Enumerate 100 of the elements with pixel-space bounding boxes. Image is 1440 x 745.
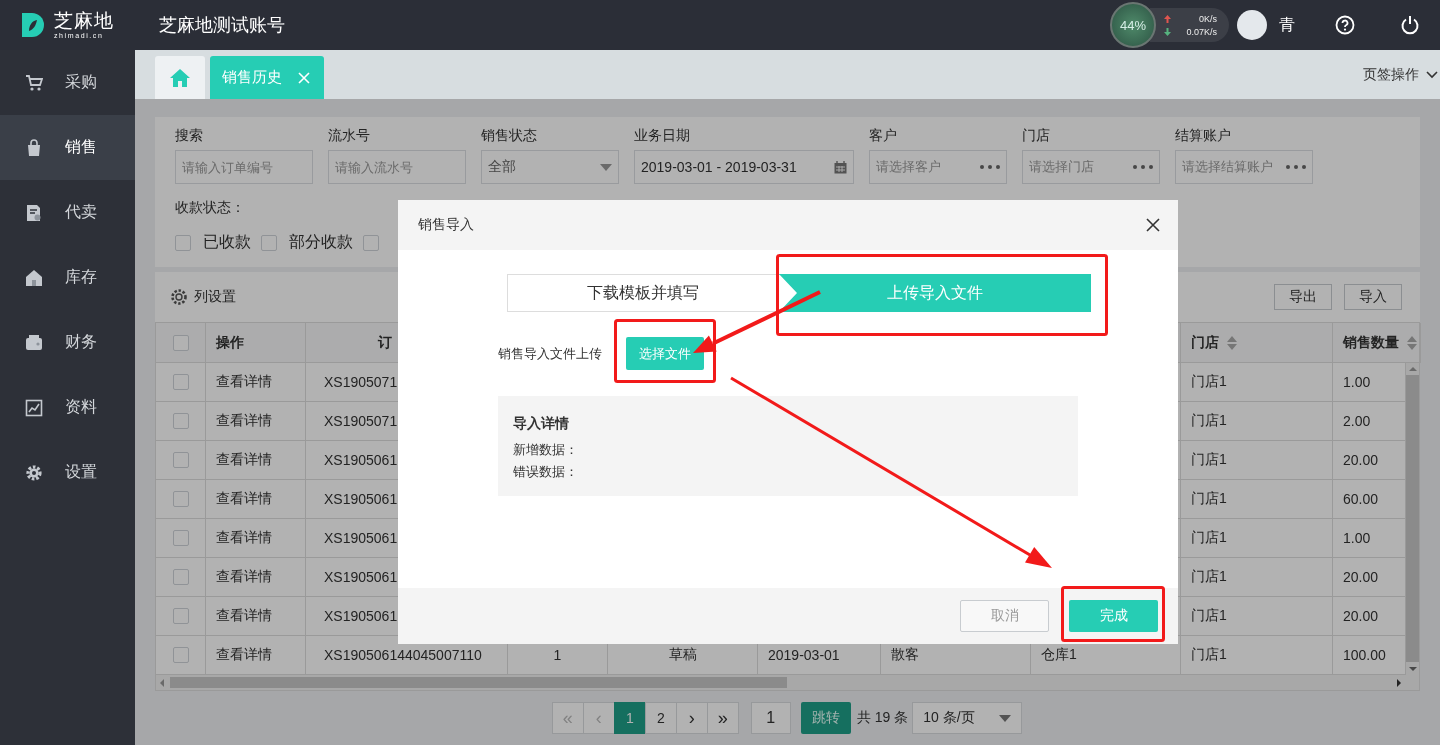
house-icon (170, 68, 190, 87)
checkbox[interactable] (172, 569, 189, 585)
house-icon (25, 268, 43, 287)
table-cell: XS1905061 (324, 569, 398, 585)
details-line: 新增数据： (513, 441, 579, 459)
sidebar-item[interactable]: 财务 (0, 310, 135, 375)
date-range-field[interactable]: 2019-03-01 - 2019-03-31 (634, 150, 854, 184)
checkbox-label: 已收款 (203, 232, 251, 252)
avatar[interactable] (1237, 10, 1267, 40)
chevron-down-icon (1426, 70, 1438, 79)
caret-down-icon (999, 714, 1012, 722)
checkbox[interactable] (172, 452, 189, 468)
table-cell: 20.00 (1343, 569, 1379, 585)
table-cell: 草稿 (668, 646, 697, 664)
wizard-step[interactable]: 下载模板并填写 (507, 274, 779, 312)
table-cell: 2019-03-01 (768, 647, 840, 663)
user-name[interactable]: 青 (1279, 14, 1295, 36)
gear-icon (25, 463, 43, 482)
page-size-select[interactable]: 10 条/页 (912, 702, 1023, 734)
table-cell: XS1905061 (324, 530, 398, 546)
checkbox[interactable] (363, 234, 379, 251)
sort-icon[interactable] (1407, 335, 1417, 350)
more-icon (980, 165, 1000, 169)
close-icon[interactable] (1146, 218, 1160, 232)
sort-icon[interactable] (1227, 335, 1237, 350)
table-cell: XS1905071 (324, 413, 398, 429)
details-line: 错误数据： (513, 463, 579, 481)
page-nav-button[interactable]: » (706, 702, 739, 734)
table-cell: 20.00 (1343, 452, 1379, 468)
view-details-link[interactable]: 查看详情 (216, 451, 272, 469)
down-arrow-icon (1164, 27, 1171, 36)
checkbox[interactable] (172, 413, 189, 429)
view-details-link[interactable]: 查看详情 (216, 412, 272, 430)
sidebar-item[interactable]: 销售 (0, 115, 135, 180)
checkbox[interactable] (172, 647, 189, 663)
horizontal-scrollbar[interactable] (156, 675, 1419, 690)
text-field[interactable]: 请输入流水号 (328, 150, 466, 184)
table-cell: XS190506144045007110 (324, 647, 482, 663)
table-cell: 2.00 (1343, 413, 1371, 429)
table-cell: 散客 (891, 646, 919, 664)
page-jump-field[interactable]: 1 (750, 702, 791, 734)
document-icon (25, 203, 43, 222)
view-details-link[interactable]: 查看详情 (216, 529, 272, 547)
view-details-link[interactable]: 查看详情 (216, 490, 272, 508)
field-label: 结算账户 (1175, 127, 1232, 144)
toolbar-button[interactable]: 导出 (1274, 284, 1332, 310)
table-cell: 门店1 (1191, 412, 1227, 430)
table-cell: XS1905061 (324, 452, 398, 468)
table-cell: 1.00 (1343, 530, 1371, 546)
table-cell: 门店1 (1191, 568, 1227, 586)
account-title: 芝麻地测试账号 (159, 14, 285, 37)
checkbox[interactable] (261, 234, 277, 251)
table-cell: 1.00 (1343, 374, 1371, 390)
field-label: 业务日期 (634, 127, 691, 144)
sidebar-item[interactable]: 设置 (0, 440, 135, 505)
checkbox[interactable] (172, 608, 189, 624)
tab-actions-menu[interactable]: 页签操作 (1363, 65, 1438, 84)
chart-icon (25, 398, 43, 417)
total-count: 共 19 条 (856, 709, 909, 727)
column-header: 订 (378, 333, 392, 352)
checkbox[interactable] (172, 334, 189, 351)
table-cell: 门店1 (1191, 451, 1227, 469)
field-label: 搜索 (175, 127, 204, 144)
table-cell: 60.00 (1343, 491, 1379, 507)
table-cell: 1 (553, 647, 562, 663)
view-details-link[interactable]: 查看详情 (216, 568, 272, 586)
more-icon (1133, 165, 1153, 169)
checkbox[interactable] (172, 374, 189, 390)
field-label: 流水号 (328, 127, 371, 144)
select-field[interactable]: 全部 (481, 150, 619, 184)
upload-speed: 0K/s (1198, 13, 1217, 24)
sidebar-item[interactable]: 采购 (0, 50, 135, 115)
view-details-link[interactable]: 查看详情 (216, 646, 272, 664)
home-tab[interactable] (155, 56, 205, 99)
table-cell: 20.00 (1343, 608, 1379, 624)
sidebar-item[interactable]: 代卖 (0, 180, 135, 245)
checkbox[interactable] (175, 234, 191, 251)
sidebar-item[interactable]: 资料 (0, 375, 135, 440)
help-icon[interactable] (1335, 15, 1355, 35)
power-icon[interactable] (1400, 15, 1420, 35)
details-title: 导入详情 (513, 415, 570, 433)
view-details-link[interactable]: 查看详情 (216, 373, 272, 391)
page-button[interactable]: 2 (644, 702, 677, 734)
table-cell: XS1905061 (324, 608, 398, 624)
up-arrow-icon (1164, 14, 1171, 23)
checkbox[interactable] (172, 530, 189, 546)
bag-icon (25, 138, 43, 157)
calendar-icon (834, 160, 847, 174)
page-nav-button[interactable]: › (675, 702, 708, 734)
table-cell: 门店1 (1191, 373, 1227, 391)
column-settings-button[interactable]: 列设置 (170, 288, 236, 306)
vertical-scrollbar[interactable] (1406, 363, 1419, 675)
toolbar-button[interactable]: 导入 (1344, 284, 1402, 310)
logo-text: 芝麻地 (54, 11, 114, 30)
gear-icon (170, 288, 188, 306)
sidebar-item[interactable]: 库存 (0, 245, 135, 310)
checkbox[interactable] (172, 491, 189, 507)
table-cell: 门店1 (1191, 646, 1227, 664)
text-field[interactable]: 请输入订单编号 (175, 150, 313, 184)
view-details-link[interactable]: 查看详情 (216, 607, 272, 625)
